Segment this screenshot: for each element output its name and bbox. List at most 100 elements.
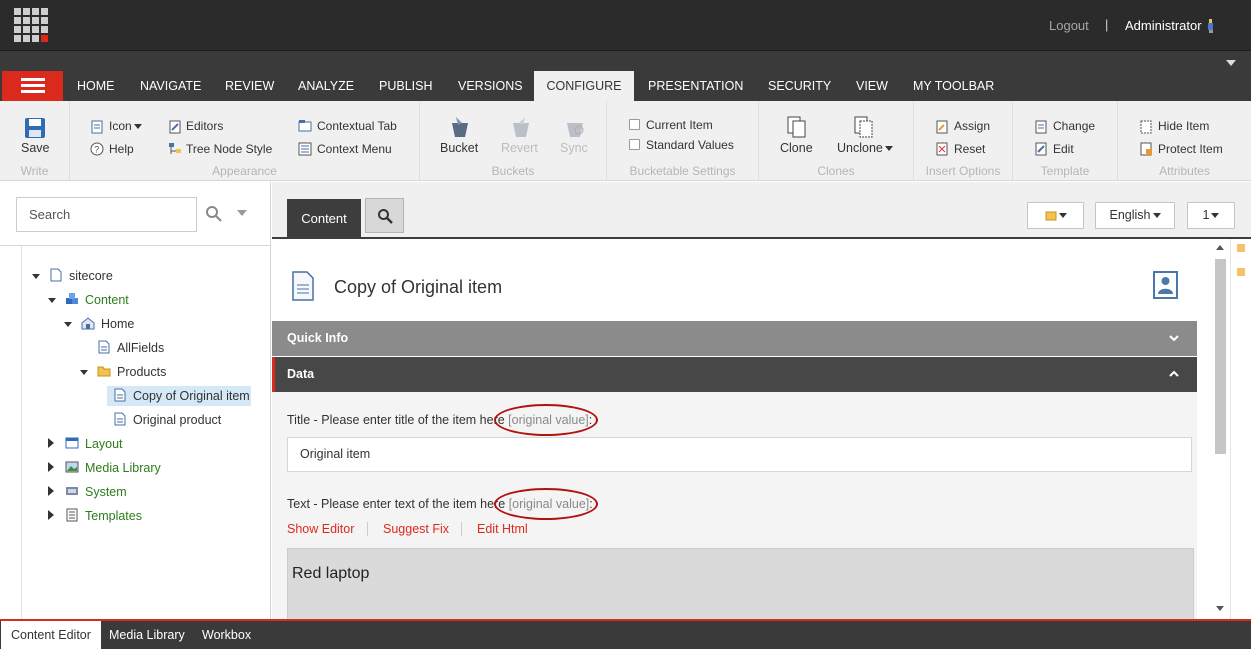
change-template-button[interactable]: Change	[1053, 119, 1095, 133]
unclone-button[interactable]: Unclone	[837, 141, 893, 155]
top-bar: Logout | Administrator	[0, 0, 1251, 51]
current-item-checkbox[interactable]	[629, 119, 640, 130]
content-cubes-icon	[66, 293, 78, 304]
edit-template-icon	[1035, 142, 1047, 156]
validation-marker[interactable]	[1237, 244, 1245, 252]
tab-workbox[interactable]: Workbox	[192, 621, 261, 649]
section-data[interactable]: Data	[272, 357, 1197, 392]
editors-button[interactable]: Editors	[186, 119, 223, 133]
tab-view[interactable]: VIEW	[856, 71, 888, 101]
edit-html-link[interactable]: Edit Html	[477, 522, 528, 536]
sync-button[interactable]: Sync	[560, 141, 588, 155]
search-icon[interactable]	[205, 205, 223, 223]
text-field-richtext[interactable]: Red laptop	[287, 548, 1194, 619]
ribbon-options-icon[interactable]	[1226, 60, 1236, 66]
tree-node-original-product[interactable]: Original product	[133, 410, 221, 430]
standard-values-checkbox[interactable]	[629, 139, 640, 150]
tag-icon	[1045, 211, 1056, 221]
content-tab[interactable]: Content	[287, 199, 361, 239]
tab-home[interactable]: HOME	[77, 71, 115, 101]
tree-node-layout[interactable]: Layout	[85, 434, 123, 454]
title-field-label: Title - Please enter title of the item h…	[287, 413, 593, 427]
tree-node-media-library[interactable]: Media Library	[85, 458, 161, 478]
hide-item-button[interactable]: Hide Item	[1158, 119, 1209, 133]
gutter-options-button[interactable]	[1027, 202, 1084, 229]
collapse-toggle-icon[interactable]	[48, 510, 54, 520]
tree-node-style-button[interactable]: Tree Node Style	[186, 142, 272, 156]
item-title: Copy of Original item	[334, 277, 503, 297]
user-name[interactable]: Administrator	[1125, 18, 1202, 33]
tree-node-system[interactable]: System	[85, 482, 127, 502]
reset-button[interactable]: Reset	[954, 142, 985, 156]
bucket-button[interactable]: Bucket	[440, 141, 478, 155]
language-selector[interactable]: English	[1095, 202, 1175, 229]
tab-presentation[interactable]: PRESENTATION	[648, 71, 743, 101]
scrollbar-thumb[interactable]	[1215, 259, 1226, 454]
title-field-input[interactable]: Original item	[287, 437, 1192, 472]
tab-my-toolbar[interactable]: MY TOOLBAR	[913, 71, 994, 101]
expand-toggle-icon[interactable]	[64, 322, 72, 327]
tree-node-products[interactable]: Products	[117, 362, 166, 382]
tab-analyze[interactable]: ANALYZE	[298, 71, 354, 101]
contextual-tab-icon	[298, 120, 312, 132]
validation-marker[interactable]	[1237, 268, 1245, 276]
document-icon	[114, 388, 126, 402]
show-editor-link[interactable]: Show Editor	[287, 522, 354, 536]
expand-toggle-icon[interactable]	[48, 298, 56, 303]
editor-scrollbar[interactable]	[1212, 239, 1230, 619]
tab-navigate[interactable]: NAVIGATE	[140, 71, 201, 101]
search-input[interactable]: Search	[16, 197, 197, 232]
context-menu-button[interactable]: Context Menu	[317, 142, 392, 156]
edit-template-button[interactable]: Edit	[1053, 142, 1074, 156]
collapse-toggle-icon[interactable]	[48, 438, 54, 448]
clone-button[interactable]: Clone	[780, 141, 813, 155]
tree-node-copy-of-original-item[interactable]: Copy of Original item	[133, 386, 250, 406]
contextual-tab-button[interactable]: Contextual Tab	[317, 119, 397, 133]
tree-node-allfields[interactable]: AllFields	[117, 338, 164, 358]
search-tab[interactable]	[365, 198, 404, 233]
tab-publish[interactable]: PUBLISH	[379, 71, 433, 101]
revert-icon	[513, 117, 529, 137]
layout-icon	[65, 437, 79, 449]
hamburger-menu-button[interactable]	[2, 71, 63, 101]
section-quick-info[interactable]: Quick Info	[272, 321, 1197, 356]
tab-versions[interactable]: VERSIONS	[458, 71, 523, 101]
chevron-down-icon	[1169, 335, 1179, 342]
tab-security[interactable]: SECURITY	[768, 71, 831, 101]
avatar[interactable]	[1153, 271, 1178, 299]
search-options-chevron-down-icon[interactable]	[237, 210, 247, 216]
collapse-toggle-icon[interactable]	[48, 462, 54, 472]
tab-configure[interactable]: CONFIGURE	[534, 71, 634, 101]
ribbon-group-write: Save Write	[0, 101, 70, 181]
section-data-body: Title - Please enter title of the item h…	[272, 392, 1197, 619]
tab-media-library[interactable]: Media Library	[99, 621, 195, 649]
scroll-up-icon[interactable]	[1216, 245, 1224, 250]
clone-icon	[787, 116, 806, 138]
version-selector[interactable]: 1	[1187, 202, 1235, 229]
collapse-toggle-icon[interactable]	[48, 486, 54, 496]
suggest-fix-link[interactable]: Suggest Fix	[383, 522, 449, 536]
help-button[interactable]: Help	[109, 142, 134, 156]
scroll-down-icon[interactable]	[1216, 606, 1224, 611]
tree-node-sitecore[interactable]: sitecore	[69, 266, 113, 286]
protect-item-icon	[1140, 142, 1152, 156]
sitecore-logo[interactable]	[14, 8, 48, 42]
assign-button[interactable]: Assign	[954, 119, 990, 133]
system-icon	[66, 487, 78, 495]
tree-node-content[interactable]: Content	[85, 290, 129, 310]
expand-toggle-icon[interactable]	[80, 370, 88, 375]
protect-item-button[interactable]: Protect Item	[1158, 142, 1223, 156]
icon-button[interactable]: Icon	[109, 119, 142, 133]
tab-content-editor[interactable]: Content Editor	[1, 621, 101, 649]
expand-toggle-icon[interactable]	[32, 274, 40, 279]
divider	[461, 522, 462, 536]
revert-button[interactable]: Revert	[501, 141, 538, 155]
folder-icon	[97, 366, 111, 377]
save-button[interactable]: Save	[21, 141, 50, 155]
context-menu-icon	[298, 142, 312, 156]
logout-link[interactable]: Logout	[1049, 18, 1089, 33]
tab-review[interactable]: REVIEW	[225, 71, 274, 101]
tree-node-templates[interactable]: Templates	[85, 506, 142, 526]
ribbon-group-buckets: Bucket Revert Sync Buckets	[420, 101, 607, 181]
tree-node-home[interactable]: Home	[101, 314, 134, 334]
